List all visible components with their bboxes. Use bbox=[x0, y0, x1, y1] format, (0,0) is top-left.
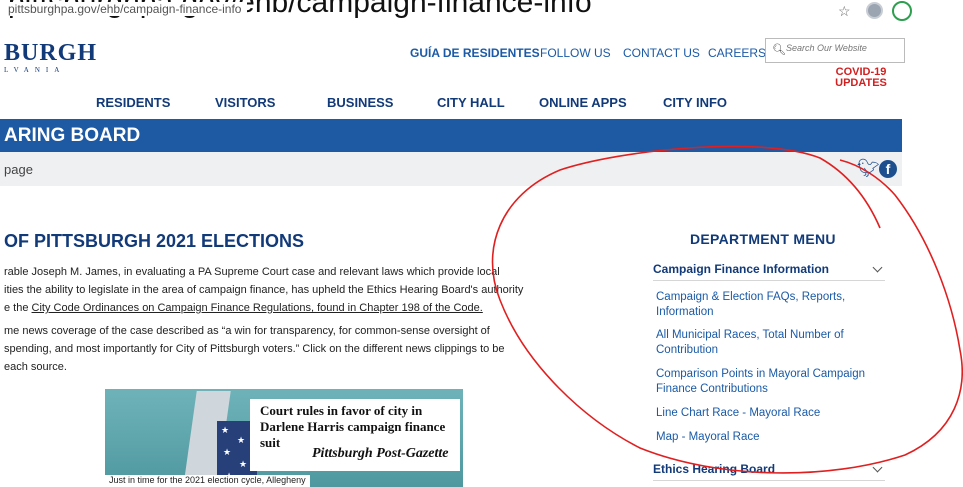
page-title: OF PITTSBURGH 2021 ELECTIONS bbox=[4, 231, 305, 251]
nav-online-apps[interactable]: ONLINE APPS bbox=[539, 95, 627, 110]
nav-city-info[interactable]: CITY INFO bbox=[663, 95, 727, 110]
paragraph-2-line-1: me news coverage of the case described a… bbox=[4, 325, 490, 337]
newspaper-name: Pittsburgh Post-Gazette bbox=[312, 446, 449, 461]
utility-link-careers[interactable]: CAREERS bbox=[708, 46, 766, 60]
clipping-card: Court rules in favor of city in Darlene … bbox=[250, 399, 460, 471]
menu-section-label: Ethics Hearing Board bbox=[653, 462, 776, 476]
browser-address-bar: pittsburghpa.gov/ehb/campaign-finance-in… bbox=[0, 0, 963, 22]
menu-section-label: Campaign Finance Information bbox=[653, 262, 830, 276]
profile-avatar-icon[interactable] bbox=[866, 2, 883, 19]
menu-link-faqs[interactable]: Campaign & Election FAQs, Reports, Infor… bbox=[656, 290, 881, 320]
site-logo[interactable]: BURGH bbox=[4, 40, 97, 67]
paragraph-1-line-2: ities the ability to legislate in the ar… bbox=[4, 284, 524, 296]
utility-link-follow-us[interactable]: FOLLOW US bbox=[540, 46, 611, 60]
star-icon[interactable]: ☆ bbox=[838, 3, 851, 20]
address-url[interactable]: pittsburghpa.gov/ehb/campaign-finance-in… bbox=[8, 2, 248, 16]
covid-line-2: UPDATES bbox=[835, 77, 887, 89]
utility-link-guia[interactable]: GUÍA DE RESIDENTES bbox=[410, 46, 540, 60]
menu-link-line-chart-race[interactable]: Line Chart Race - Mayoral Race bbox=[656, 406, 881, 421]
chevron-down-icon[interactable] bbox=[872, 462, 883, 473]
breadcrumb: page bbox=[0, 152, 902, 186]
search-icon[interactable]: 🔍︎ bbox=[772, 43, 786, 56]
twitter-icon[interactable]: 🐦︎ bbox=[857, 158, 880, 179]
paragraph-2-line-2: spending, and most importantly for City … bbox=[4, 343, 505, 355]
paragraph-2-line-3: each source. bbox=[4, 361, 67, 373]
search-input[interactable] bbox=[786, 43, 898, 53]
breadcrumb-text[interactable]: page bbox=[4, 162, 33, 177]
menu-link-map[interactable]: Map - Mayoral Race bbox=[656, 430, 881, 445]
nav-city-hall[interactable]: CITY HALL bbox=[437, 95, 505, 110]
paragraph-1-prefix: e the bbox=[4, 302, 32, 314]
department-title: ARING BOARD bbox=[4, 125, 141, 146]
nav-residents[interactable]: RESIDENTS bbox=[96, 95, 170, 110]
extension-icon[interactable] bbox=[892, 1, 912, 21]
nav-business[interactable]: BUSINESS bbox=[327, 95, 393, 110]
menu-section-ethics-hearing-board[interactable]: Ethics Hearing Board bbox=[653, 461, 885, 481]
paragraph-1-line-3: e the City Code Ordinances on Campaign F… bbox=[4, 299, 614, 317]
menu-link-comparison-points[interactable]: Comparison Points in Mayoral Campaign Fi… bbox=[656, 367, 881, 397]
page-title-band: ARING BOARD bbox=[0, 119, 902, 152]
clipping-headline: Court rules in favor of city in Darlene … bbox=[260, 403, 446, 450]
covid-updates-link[interactable]: COVID-19 UPDATES bbox=[832, 67, 890, 89]
city-code-ordinances-link[interactable]: City Code Ordinances on Campaign Finance… bbox=[32, 302, 483, 314]
menu-link-municipal-races[interactable]: All Municipal Races, Total Number of Con… bbox=[656, 328, 881, 358]
facebook-icon[interactable]: f bbox=[879, 160, 897, 178]
search-box[interactable]: 🔍︎ bbox=[765, 38, 905, 63]
department-menu-heading: DEPARTMENT MENU bbox=[690, 231, 836, 247]
chevron-down-icon[interactable] bbox=[872, 262, 883, 273]
utility-link-contact-us[interactable]: CONTACT US bbox=[623, 46, 700, 60]
paragraph-1-line-1: rable Joseph M. James, in evaluating a P… bbox=[4, 266, 500, 278]
menu-section-campaign-finance[interactable]: Campaign Finance Information bbox=[653, 261, 885, 281]
nav-visitors[interactable]: VISITORS bbox=[215, 95, 275, 110]
news-clipping-post-gazette[interactable]: ★★ ★★ ★ Court rules in favor of city in … bbox=[105, 389, 463, 487]
site-logo-subtitle: LVANIA bbox=[4, 66, 66, 74]
clipping-caption: Just in time for the 2021 election cycle… bbox=[105, 475, 310, 487]
